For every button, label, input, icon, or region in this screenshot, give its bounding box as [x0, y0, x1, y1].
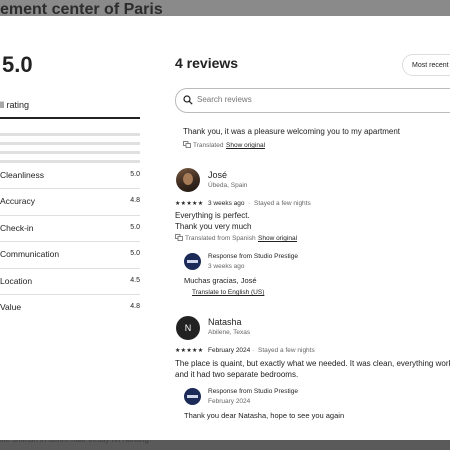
- sort-dropdown-button[interactable]: Most recent: [402, 54, 450, 76]
- reviews-modal: 5.0 ll rating Cleanliness 5.0 Accuracy 4…: [0, 16, 450, 440]
- category-value: 5.0: [130, 224, 140, 231]
- host-response-date: February 2024: [208, 398, 251, 405]
- rating-distribution-bar-5: [0, 117, 140, 119]
- stay-bullet: ·: [252, 347, 255, 354]
- overall-rating-label: ll rating: [0, 100, 30, 110]
- category-value: 5.0: [130, 171, 140, 178]
- category-row-communication: Communication 5.0: [0, 241, 140, 268]
- review-text-line: Thank you very much: [175, 222, 252, 231]
- category-label: Communication: [0, 249, 60, 259]
- review-host-reply-text: Thank you, it was a pleasure welcoming y…: [183, 127, 400, 136]
- host-logo-mark: [187, 260, 198, 263]
- review-date: 3 weeks ago: [208, 200, 245, 207]
- host-response-text: Thank you dear Natasha, hope to see you …: [184, 411, 345, 420]
- host-response-date: 3 weeks ago: [208, 263, 245, 270]
- show-original-link[interactable]: Show original: [226, 142, 265, 149]
- category-label: Accuracy: [0, 196, 35, 206]
- reviews-count-title: 4 reviews: [175, 55, 239, 71]
- rating-distribution-bar-4: [0, 133, 140, 136]
- translate-link[interactable]: Translate to English (US): [192, 289, 264, 296]
- category-label: Check-in: [0, 223, 34, 233]
- category-label: Location: [0, 276, 33, 286]
- host-response-text: Muchas gracias, José: [184, 276, 257, 285]
- category-label: Value: [0, 302, 22, 312]
- review-text-line: Everything is perfect.: [175, 211, 250, 220]
- category-row-value: Value 4.8: [0, 294, 140, 321]
- host-response-from: Response from Studio Prestige: [208, 388, 298, 395]
- stay-duration: Stayed a few nights: [254, 200, 311, 207]
- stay-bullet: ·: [248, 200, 251, 207]
- rating-distribution-bar-2: [0, 151, 140, 154]
- host-logo: [184, 253, 201, 270]
- category-row-cleanliness: Cleanliness 5.0: [0, 162, 140, 189]
- avatar-face: [183, 173, 193, 185]
- category-value: 4.5: [130, 277, 140, 284]
- translate-icon: [175, 234, 183, 241]
- avatar[interactable]: N: [176, 316, 200, 340]
- category-value: 4.8: [130, 303, 140, 310]
- category-row-accuracy: Accuracy 4.8: [0, 188, 140, 215]
- reviewer-name: Natasha: [208, 317, 242, 327]
- search-icon: [183, 95, 193, 105]
- review-text-line: The place is quaint, but exactly what we…: [175, 359, 450, 368]
- reviewer-location: Abilene, Texas: [208, 329, 251, 336]
- stay-duration: Stayed a few nights: [258, 347, 315, 354]
- category-value: 5.0: [130, 250, 140, 257]
- review-text-line: and it had two separate bedrooms.: [175, 370, 299, 379]
- host-response-from: Response from Studio Prestige: [208, 253, 298, 260]
- rating-distribution-bar-3: [0, 142, 140, 145]
- avatar[interactable]: [176, 168, 200, 192]
- category-value: 4.8: [130, 197, 140, 204]
- host-logo: [184, 388, 201, 405]
- search-reviews-input[interactable]: Search reviews: [175, 88, 450, 113]
- translate-icon: [183, 141, 191, 148]
- category-row-check-in: Check-in 5.0: [0, 215, 140, 242]
- translated-label: Translated from Spanish: [185, 235, 256, 242]
- reviewer-name: José: [208, 170, 228, 180]
- show-original-link[interactable]: Show original: [258, 235, 297, 242]
- category-row-location: Location 4.5: [0, 268, 140, 295]
- search-placeholder: Search reviews: [197, 95, 252, 104]
- review-date: February 2024: [208, 347, 251, 354]
- host-logo-mark: [187, 395, 198, 398]
- translated-label: Translated: [193, 142, 224, 149]
- reviewer-location: Úbeda, Spain: [208, 182, 248, 189]
- overall-rating-value: 5.0: [2, 52, 33, 77]
- category-label: Cleanliness: [0, 170, 44, 180]
- star-rating: ★★★★★: [175, 201, 204, 207]
- star-rating: ★★★★★: [175, 348, 204, 354]
